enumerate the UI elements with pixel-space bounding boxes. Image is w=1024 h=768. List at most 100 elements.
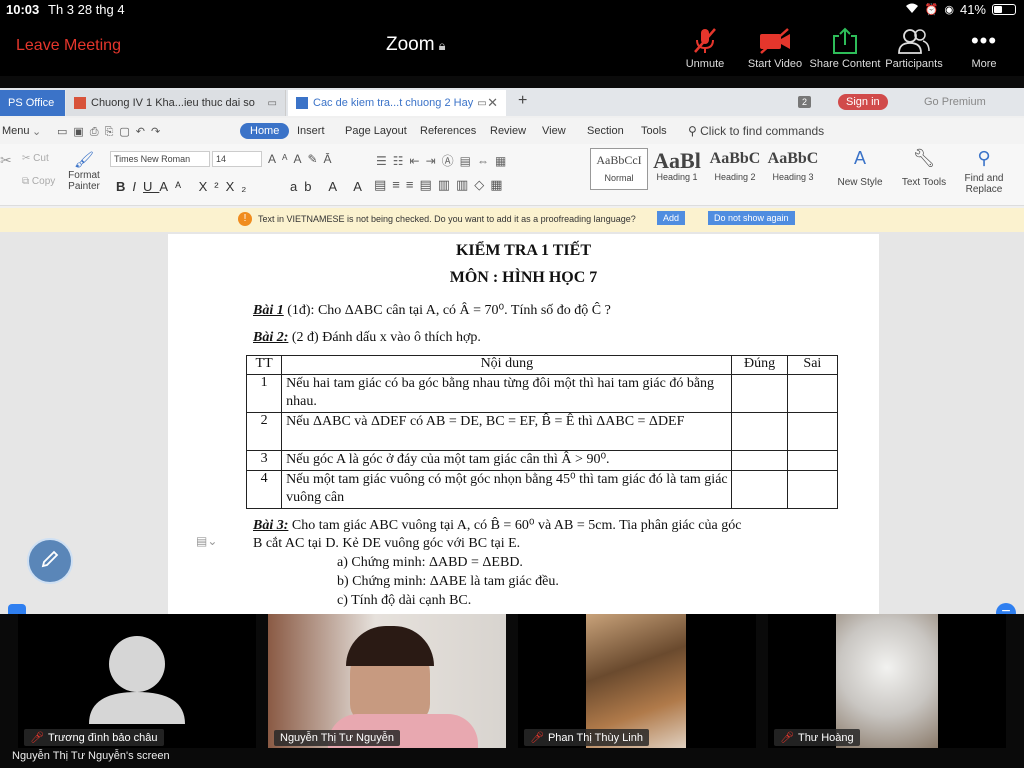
- sai-cell[interactable]: [786, 450, 839, 471]
- meeting-title: Zoom 🔒︎: [386, 34, 446, 56]
- dung-cell[interactable]: [731, 450, 788, 471]
- participant-name: Trương đình bảo châu: [47, 731, 158, 744]
- menu-button[interactable]: Menu: [2, 125, 30, 137]
- status-bar: 10:03 Th 3 28 thg 4 ⏰ ◉ 41%: [0, 0, 1024, 20]
- document-tabs: PS Office Chuong IV 1 Kha...ieu thuc dai…: [0, 88, 1024, 116]
- wps-writer-icon: [74, 97, 86, 109]
- quick-access-icons[interactable]: ▭▣⎙⎘▢↶↷: [57, 125, 166, 139]
- font-size-select[interactable]: 14: [212, 151, 262, 167]
- dung-cell[interactable]: [731, 470, 788, 509]
- more-button[interactable]: ••• More: [944, 24, 1024, 70]
- style-normal[interactable]: AaBbCcI Normal: [590, 148, 648, 190]
- proofreading-notice: ! Text in VIETNAMESE is not being checke…: [0, 208, 1024, 232]
- lock-icon: 🔒︎: [438, 38, 446, 53]
- format-painter-button[interactable]: 🖌︎ Format Painter: [64, 150, 104, 192]
- mic-muted-icon: 🎤︎: [530, 732, 544, 744]
- tab-page-layout[interactable]: Page Layout: [345, 125, 407, 137]
- tab-view[interactable]: View: [542, 125, 566, 137]
- annotate-button[interactable]: [27, 538, 73, 584]
- close-tab-icon[interactable]: ✕: [487, 95, 498, 111]
- style-normal-name: Normal: [604, 173, 634, 183]
- start-video-button[interactable]: Start Video: [735, 24, 815, 70]
- monitor-icon: ▭: [477, 97, 487, 109]
- style-heading-3[interactable]: AaBbC Heading 3: [764, 148, 822, 190]
- tab-insert[interactable]: Insert: [297, 125, 325, 137]
- cut-label: Cut: [33, 153, 49, 164]
- highlight-color-buttons[interactable]: ab A A: [290, 179, 369, 194]
- dung-cell[interactable]: [731, 412, 788, 451]
- start-video-label: Start Video: [747, 58, 803, 70]
- row-number: 4: [245, 470, 283, 509]
- cut-button[interactable]: ✂ Cut: [22, 153, 49, 164]
- answer-table: TT Nội dung Đúng Sai 1 Nếu hai tam giác …: [245, 355, 839, 509]
- search-icon: ⚲: [688, 124, 701, 138]
- table-row: 2 Nếu ΔABC và ΔDEF có AB = DE, BC = EF, …: [245, 412, 839, 451]
- find-replace-label-1: Find and: [964, 173, 1004, 184]
- document-page[interactable]: KIỂM TRA 1 TIẾT MÔN : HÌNH HỌC 7 Bài 1 (…: [168, 234, 879, 614]
- bai3-line-1: Bài 3: Cho tam giác ABC vuông tại A, có …: [253, 517, 741, 534]
- sai-cell[interactable]: [786, 374, 839, 413]
- style-heading-2[interactable]: AaBbC Heading 2: [706, 148, 764, 190]
- text-tools-button[interactable]: 🔧︎ Text Tools: [900, 148, 948, 188]
- alignment-buttons[interactable]: ▤≡≡▤▥▥◇▦: [374, 177, 509, 193]
- add-language-button[interactable]: Add: [657, 211, 686, 225]
- monitor-icon: ▭: [267, 97, 277, 109]
- paste-icon[interactable]: ✂: [0, 152, 12, 169]
- video-feed: [586, 614, 686, 748]
- tab-wps-office[interactable]: PS Office: [0, 90, 65, 116]
- tab-home[interactable]: Home: [240, 123, 290, 139]
- battery-fill: [994, 6, 1002, 13]
- participant-tile[interactable]: 🎤︎ Thư Hoàng: [768, 614, 1006, 748]
- header-tt: TT: [245, 355, 283, 375]
- do-not-show-again-button[interactable]: Do not show again: [708, 211, 795, 225]
- document-outline-icon[interactable]: ▤⌄: [196, 534, 217, 548]
- wrench-icon: 🔧︎: [912, 148, 936, 168]
- leave-meeting-button[interactable]: Leave Meeting: [16, 37, 121, 55]
- style-heading-2-sample: AaBbC: [709, 150, 761, 167]
- sign-in-button[interactable]: Sign in: [838, 94, 888, 110]
- table-row: 4 Nếu một tam giác vuông có một góc nhọn…: [245, 470, 839, 509]
- participant-tile[interactable]: 🎤︎ Phan Thị Thùy Linh: [518, 614, 756, 748]
- new-style-button[interactable]: A New Style: [836, 148, 884, 188]
- notice-message: Text in VIETNAMESE is not being checked.…: [258, 214, 636, 224]
- font-size-tools[interactable]: AᴬA✎Ā: [268, 152, 338, 166]
- font-family-select[interactable]: Times New Roman: [110, 151, 210, 167]
- style-heading-1[interactable]: AaBl Heading 1: [648, 148, 706, 190]
- sai-cell[interactable]: [786, 470, 839, 509]
- tab-document-2[interactable]: Cac de kiem tra...t chuong 2 Hay ▭ ✕: [288, 90, 506, 116]
- tab-section[interactable]: Section: [587, 125, 624, 137]
- tab-references[interactable]: References: [420, 125, 476, 137]
- find-commands-search[interactable]: ⚲ Click to find commands: [688, 124, 824, 138]
- bai3-line-2: B cắt AC tại D. Kẻ DE vuông góc với BC t…: [253, 536, 521, 551]
- share-content-button[interactable]: Share Content: [805, 24, 885, 70]
- hair-shape: [346, 626, 434, 666]
- participant-name-tag: 🎤︎ Trương đình bảo châu: [24, 729, 164, 746]
- participant-tile[interactable]: 🎤︎ Trương đình bảo châu: [18, 614, 256, 748]
- tab-wps-office-label: PS Office: [8, 97, 55, 109]
- participants-button[interactable]: Participants: [874, 24, 954, 70]
- unmute-button[interactable]: Unmute: [665, 24, 745, 70]
- more-icon: •••: [970, 28, 998, 53]
- text-format-buttons[interactable]: BIUAᴬ X²X₂: [116, 179, 253, 194]
- sai-cell[interactable]: [786, 412, 839, 451]
- style-heading-1-name: Heading 1: [656, 172, 698, 182]
- find-commands-label: Click to find commands: [700, 124, 825, 138]
- video-feed: [268, 614, 506, 748]
- tab-document-1[interactable]: Chuong IV 1 Kha...ieu thuc dai so ▭: [66, 90, 286, 116]
- find-replace-button[interactable]: ⚲ Find and Replace: [962, 148, 1006, 195]
- tab-review[interactable]: Review: [490, 125, 526, 137]
- tab-document-1-label: Chuong IV 1 Kha...ieu thuc dai so: [91, 97, 255, 109]
- date: Th 3 28 thg 4: [48, 2, 125, 17]
- go-premium-button[interactable]: Go Premium: [924, 96, 986, 108]
- mic-muted-icon: [665, 24, 745, 58]
- participant-name-tag: 🎤︎ Thư Hoàng: [774, 729, 860, 746]
- battery-icon: [992, 4, 1016, 15]
- dung-cell[interactable]: [731, 374, 788, 413]
- new-tab-button[interactable]: +: [518, 92, 527, 110]
- list-buttons[interactable]: ☰☷⇤⇥Ⓐ▤⇔▦: [376, 152, 512, 169]
- shared-screen: PS Office Chuong IV 1 Kha...ieu thuc dai…: [0, 88, 1024, 614]
- copy-button[interactable]: ⧉ Copy: [22, 176, 55, 187]
- tab-tools[interactable]: Tools: [641, 125, 667, 137]
- participant-tile[interactable]: Nguyễn Thị Tư Nguyễn: [268, 614, 506, 748]
- doc-subtitle: MÔN : HÌNH HỌC 7: [449, 269, 598, 286]
